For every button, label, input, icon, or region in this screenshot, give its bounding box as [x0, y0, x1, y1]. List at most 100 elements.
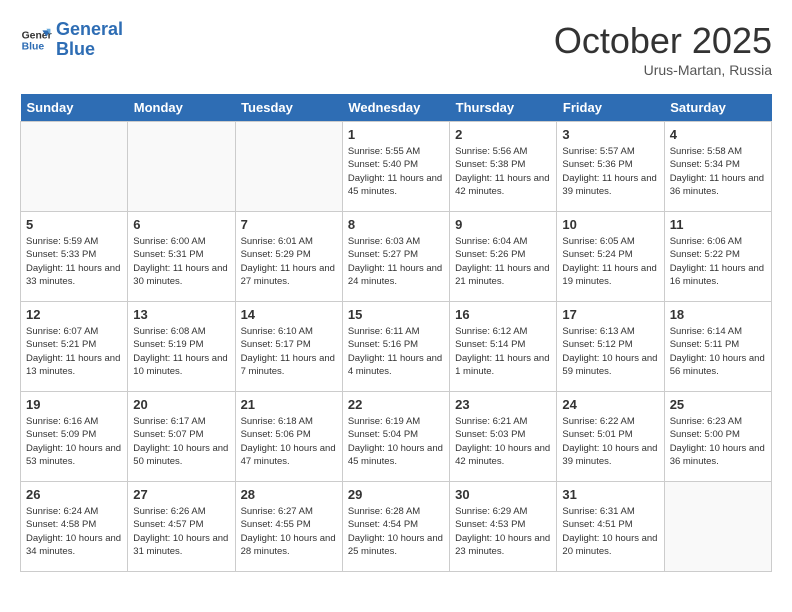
calendar-cell: 24 Sunrise: 6:22 AM Sunset: 5:01 PM Dayli… [557, 392, 664, 482]
day-info: Sunrise: 5:59 AM Sunset: 5:33 PM Dayligh… [26, 235, 122, 288]
week-row-0: 1 Sunrise: 5:55 AM Sunset: 5:40 PM Daylig… [21, 122, 772, 212]
day-number: 24 [562, 397, 658, 412]
day-number: 27 [133, 487, 229, 502]
day-info: Sunrise: 6:29 AM Sunset: 4:53 PM Dayligh… [455, 505, 551, 558]
day-info: Sunrise: 6:17 AM Sunset: 5:07 PM Dayligh… [133, 415, 229, 468]
weekday-header-sunday: Sunday [21, 94, 128, 122]
weekday-header-thursday: Thursday [450, 94, 557, 122]
day-info: Sunrise: 6:03 AM Sunset: 5:27 PM Dayligh… [348, 235, 444, 288]
day-info: Sunrise: 6:24 AM Sunset: 4:58 PM Dayligh… [26, 505, 122, 558]
weekday-header-wednesday: Wednesday [342, 94, 449, 122]
day-number: 22 [348, 397, 444, 412]
location: Urus-Martan, Russia [554, 62, 772, 78]
day-number: 29 [348, 487, 444, 502]
day-info: Sunrise: 6:19 AM Sunset: 5:04 PM Dayligh… [348, 415, 444, 468]
day-info: Sunrise: 6:08 AM Sunset: 5:19 PM Dayligh… [133, 325, 229, 378]
calendar-cell: 6Sunrise: 6:00 AM Sunset: 5:31 PM Daylig… [128, 212, 235, 302]
day-number: 23 [455, 397, 551, 412]
title-block: October 2025 Urus-Martan, Russia [554, 20, 772, 78]
day-number: 21 [241, 397, 337, 412]
day-info: Sunrise: 6:11 AM Sunset: 5:16 PM Dayligh… [348, 325, 444, 378]
calendar-cell: 26 Sunrise: 6:24 AM Sunset: 4:58 PM Dayli… [21, 482, 128, 572]
calendar-cell: 19 Sunrise: 6:16 AM Sunset: 5:09 PM Dayli… [21, 392, 128, 482]
day-info: Sunrise: 6:26 AM Sunset: 4:57 PM Dayligh… [133, 505, 229, 558]
day-info: Sunrise: 6:16 AM Sunset: 5:09 PM Dayligh… [26, 415, 122, 468]
day-number: 12 [26, 307, 122, 322]
calendar-cell: 3 Sunrise: 5:57 AM Sunset: 5:36 PM Daylig… [557, 122, 664, 212]
calendar-cell: 25 Sunrise: 6:23 AM Sunset: 5:00 PM Dayli… [664, 392, 771, 482]
calendar-cell: 17 Sunrise: 6:13 AM Sunset: 5:12 PM Dayli… [557, 302, 664, 392]
day-number: 30 [455, 487, 551, 502]
day-number: 1 [348, 127, 444, 142]
day-info: Sunrise: 6:23 AM Sunset: 5:00 PM Dayligh… [670, 415, 766, 468]
day-info: Sunrise: 6:05 AM Sunset: 5:24 PM Dayligh… [562, 235, 658, 288]
calendar-cell: 7 Sunrise: 6:01 AM Sunset: 5:29 PM Daylig… [235, 212, 342, 302]
day-info: Sunrise: 6:01 AM Sunset: 5:29 PM Dayligh… [241, 235, 337, 288]
day-number: 3 [562, 127, 658, 142]
day-number: 31 [562, 487, 658, 502]
day-info: Sunrise: 6:10 AM Sunset: 5:17 PM Dayligh… [241, 325, 337, 378]
logo-text: General Blue [56, 20, 123, 60]
day-number: 7 [241, 217, 337, 232]
day-info: Sunrise: 5:57 AM Sunset: 5:36 PM Dayligh… [562, 145, 658, 198]
day-number: 18 [670, 307, 766, 322]
week-row-3: 19 Sunrise: 6:16 AM Sunset: 5:09 PM Dayli… [21, 392, 772, 482]
day-info: Sunrise: 6:13 AM Sunset: 5:12 PM Dayligh… [562, 325, 658, 378]
day-number: 20 [133, 397, 229, 412]
day-info: Sunrise: 6:31 AM Sunset: 4:51 PM Dayligh… [562, 505, 658, 558]
calendar-cell: 9Sunrise: 6:04 AM Sunset: 5:26 PM Daylig… [450, 212, 557, 302]
calendar-cell: 8Sunrise: 6:03 AM Sunset: 5:27 PM Daylig… [342, 212, 449, 302]
day-info: Sunrise: 6:18 AM Sunset: 5:06 PM Dayligh… [241, 415, 337, 468]
day-info: Sunrise: 6:14 AM Sunset: 5:11 PM Dayligh… [670, 325, 766, 378]
calendar-cell: 15 Sunrise: 6:11 AM Sunset: 5:16 PM Dayli… [342, 302, 449, 392]
day-info: Sunrise: 6:06 AM Sunset: 5:22 PM Dayligh… [670, 235, 766, 288]
calendar-cell: 13 Sunrise: 6:08 AM Sunset: 5:19 PM Dayli… [128, 302, 235, 392]
calendar-cell: 30 Sunrise: 6:29 AM Sunset: 4:53 PM Dayli… [450, 482, 557, 572]
day-number: 15 [348, 307, 444, 322]
calendar-cell: 1 Sunrise: 5:55 AM Sunset: 5:40 PM Daylig… [342, 122, 449, 212]
calendar-cell: 23Sunrise: 6:21 AM Sunset: 5:03 PM Dayli… [450, 392, 557, 482]
calendar-cell: 27 Sunrise: 6:26 AM Sunset: 4:57 PM Dayli… [128, 482, 235, 572]
calendar-cell: 10Sunrise: 6:05 AM Sunset: 5:24 PM Dayli… [557, 212, 664, 302]
weekday-header-tuesday: Tuesday [235, 94, 342, 122]
day-number: 26 [26, 487, 122, 502]
day-info: Sunrise: 5:56 AM Sunset: 5:38 PM Dayligh… [455, 145, 551, 198]
day-number: 13 [133, 307, 229, 322]
day-info: Sunrise: 6:22 AM Sunset: 5:01 PM Dayligh… [562, 415, 658, 468]
calendar-cell [664, 482, 771, 572]
day-info: Sunrise: 6:07 AM Sunset: 5:21 PM Dayligh… [26, 325, 122, 378]
page-header: General Blue General Blue October 2025 U… [20, 20, 772, 78]
day-number: 16 [455, 307, 551, 322]
calendar-cell: 28Sunrise: 6:27 AM Sunset: 4:55 PM Dayli… [235, 482, 342, 572]
calendar-cell: 22 Sunrise: 6:19 AM Sunset: 5:04 PM Dayli… [342, 392, 449, 482]
calendar-cell: 2 Sunrise: 5:56 AM Sunset: 5:38 PM Daylig… [450, 122, 557, 212]
calendar-cell: 31 Sunrise: 6:31 AM Sunset: 4:51 PM Dayli… [557, 482, 664, 572]
calendar-cell: 11Sunrise: 6:06 AM Sunset: 5:22 PM Dayli… [664, 212, 771, 302]
day-number: 17 [562, 307, 658, 322]
week-row-2: 12 Sunrise: 6:07 AM Sunset: 5:21 PM Dayli… [21, 302, 772, 392]
calendar-cell [235, 122, 342, 212]
calendar-cell [128, 122, 235, 212]
day-info: Sunrise: 5:58 AM Sunset: 5:34 PM Dayligh… [670, 145, 766, 198]
calendar-cell [21, 122, 128, 212]
day-info: Sunrise: 5:55 AM Sunset: 5:40 PM Dayligh… [348, 145, 444, 198]
calendar-cell: 29Sunrise: 6:28 AM Sunset: 4:54 PM Dayli… [342, 482, 449, 572]
week-row-4: 26 Sunrise: 6:24 AM Sunset: 4:58 PM Dayli… [21, 482, 772, 572]
day-number: 25 [670, 397, 766, 412]
month-title: October 2025 [554, 20, 772, 62]
day-number: 28 [241, 487, 337, 502]
weekday-header-monday: Monday [128, 94, 235, 122]
day-number: 2 [455, 127, 551, 142]
calendar-cell: 21 Sunrise: 6:18 AM Sunset: 5:06 PM Dayli… [235, 392, 342, 482]
calendar-cell: 20 Sunrise: 6:17 AM Sunset: 5:07 PM Dayli… [128, 392, 235, 482]
weekday-header-row: SundayMondayTuesdayWednesdayThursdayFrid… [21, 94, 772, 122]
day-number: 5 [26, 217, 122, 232]
calendar-cell: 14Sunrise: 6:10 AM Sunset: 5:17 PM Dayli… [235, 302, 342, 392]
day-number: 19 [26, 397, 122, 412]
calendar-cell: 4Sunrise: 5:58 AM Sunset: 5:34 PM Daylig… [664, 122, 771, 212]
calendar-cell: 12 Sunrise: 6:07 AM Sunset: 5:21 PM Dayli… [21, 302, 128, 392]
logo: General Blue General Blue [20, 20, 123, 60]
weekday-header-friday: Friday [557, 94, 664, 122]
calendar-table: SundayMondayTuesdayWednesdayThursdayFrid… [20, 94, 772, 572]
day-info: Sunrise: 6:04 AM Sunset: 5:26 PM Dayligh… [455, 235, 551, 288]
